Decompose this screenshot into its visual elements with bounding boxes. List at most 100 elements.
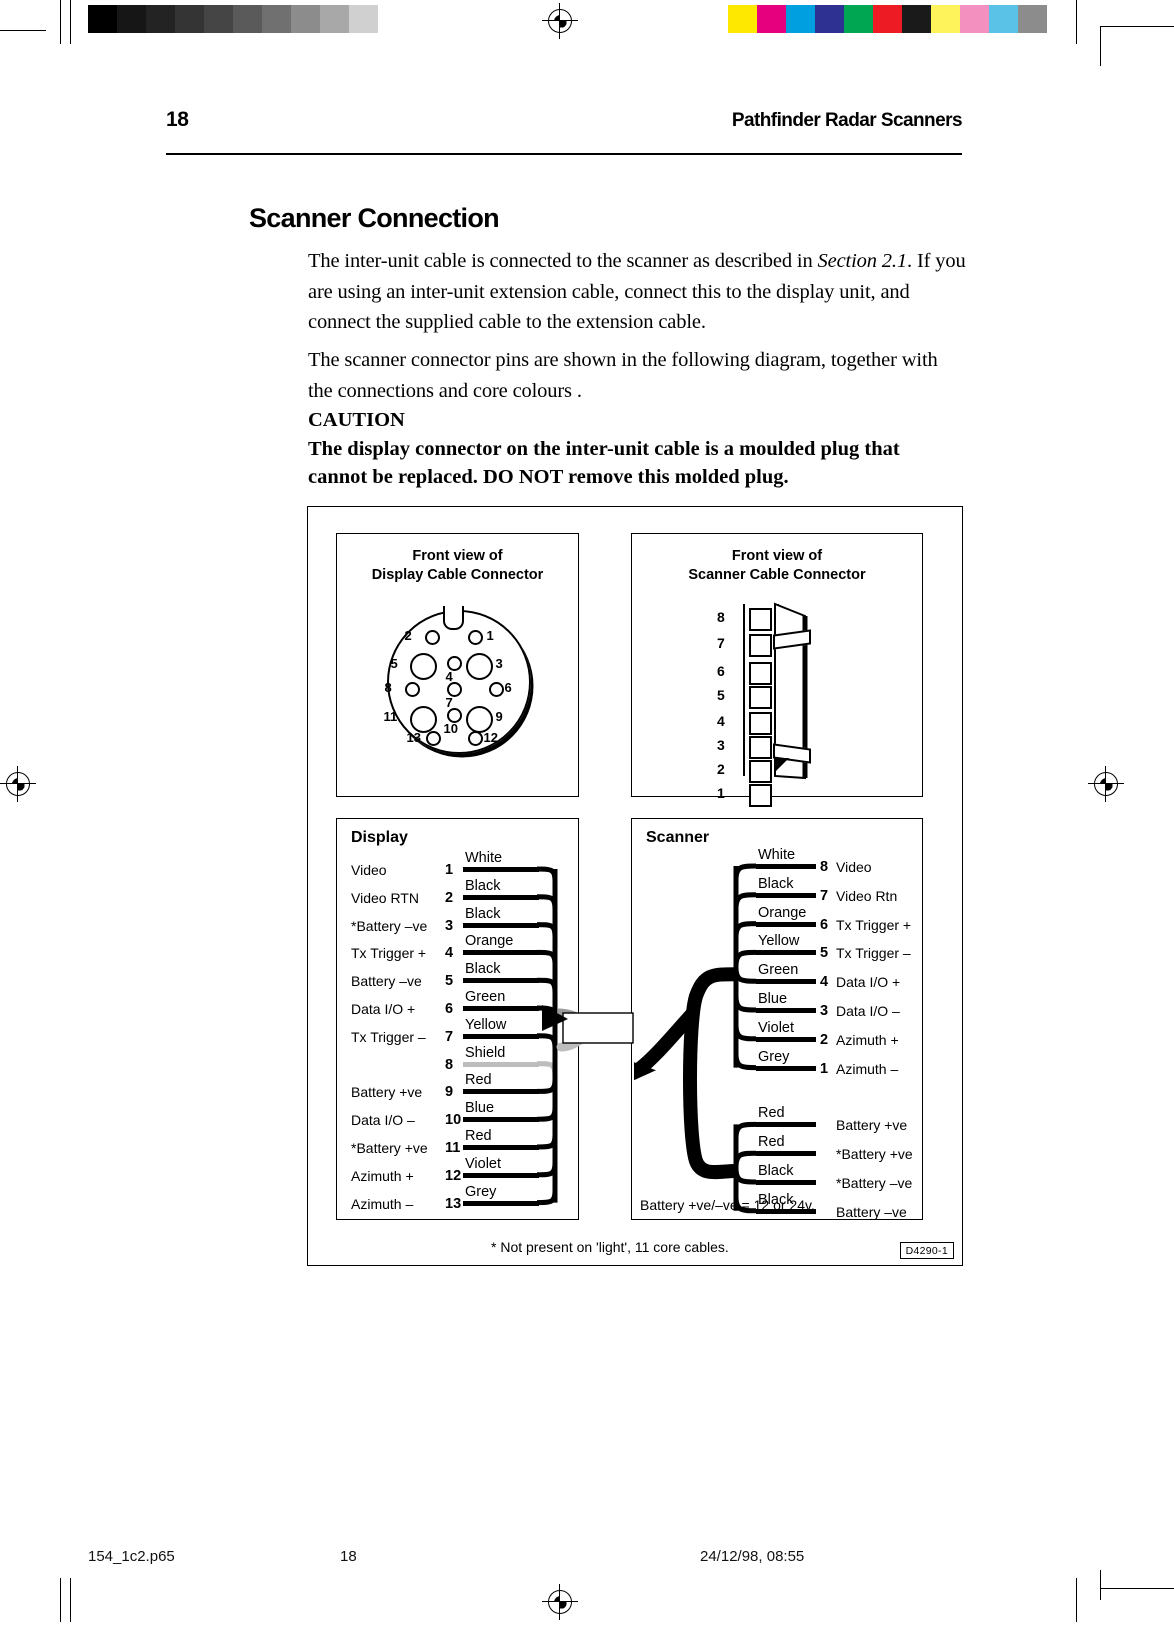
display-connector-face: 2 1 5 4 3 8 7 6 11 10 9 13 12 (379, 606, 537, 768)
scanner-connector-title-line1: Front view of (731, 548, 823, 564)
colour-swatch-10 (1018, 5, 1047, 33)
contact-label-3: 3 (717, 737, 725, 753)
header-rule (166, 153, 962, 156)
grey-swatch-7 (291, 5, 320, 33)
pin-label-5: 5 (390, 656, 398, 671)
scanner-connector-title-line2: Scanner Cable Connector (688, 567, 866, 583)
colour-swatch-9 (989, 5, 1018, 33)
contact-label-8: 8 (717, 609, 725, 625)
greyscale-calibration-bar (88, 5, 378, 33)
contact-label-7: 7 (717, 635, 725, 651)
caution-block: CAUTION The display connector on the int… (308, 406, 968, 492)
scanner-bundle-curves (633, 863, 757, 1214)
colour-swatch-3 (815, 5, 844, 33)
colour-swatch-6 (902, 5, 931, 33)
crop-mark (1076, 0, 1077, 44)
crop-mark (1076, 1578, 1077, 1622)
pin-5 (409, 653, 437, 680)
caution-heading: CAUTION (308, 409, 405, 431)
pin-13 (425, 731, 441, 746)
pin-3 (465, 653, 493, 680)
grey-swatch-9 (349, 5, 378, 33)
display-wiring-panel: Display Video 1 White Video RTN 2 Black *Batte… (336, 818, 579, 1220)
pin-label-9: 9 (495, 709, 503, 724)
pin-label-12: 12 (483, 730, 498, 745)
colour-swatch-0 (728, 5, 757, 33)
page-title: Scanner Connection (249, 203, 500, 233)
contact-3 (749, 736, 772, 759)
crop-mark (60, 1578, 61, 1622)
pin-label-6: 6 (504, 680, 512, 695)
colour-swatch-4 (844, 5, 873, 33)
pin-label-11: 11 (383, 709, 398, 724)
diagram-intro-paragraph: The scanner connector pins are shown in … (308, 349, 938, 402)
intro-paragraph: The inter-unit cable is connected to the… (308, 246, 966, 338)
pin-11 (409, 706, 437, 733)
crop-mark (0, 30, 46, 31)
pin-1 (467, 630, 483, 645)
colour-calibration-bar (728, 5, 1047, 33)
running-head: Pathfinder Radar Scanners (731, 110, 963, 131)
drawing-number: D4290-1 (899, 1242, 954, 1259)
crop-mark (70, 0, 71, 44)
colour-swatch-8 (960, 5, 989, 33)
display-connector-panel: Front view of Display Cable Connector 2 … (336, 533, 579, 797)
paragraph-1-part-a: The inter-unit cable is connected to the… (308, 250, 818, 272)
scanner-wiring-panel: Scanner White 8 Video Black 7 Video Rtn Orange… (631, 818, 923, 1220)
contact-label-2: 2 (717, 761, 725, 777)
display-connector-title-line1: Front view of (412, 548, 503, 564)
scanner-connector-face: 8 7 6 5 4 3 2 1 (707, 600, 847, 807)
registration-mark-bottom (542, 1584, 578, 1620)
section-reference: Section 2.1 (817, 250, 908, 272)
battery-voltage-note: Battery +ve/–ve = 12 or 24v. (640, 1197, 815, 1213)
contact-label-6: 6 (717, 663, 725, 679)
scanner-connector-title: Front view of Scanner Cable Connector (632, 547, 922, 585)
wiring-figure: Front view of Display Cable Connector 2 … (307, 506, 963, 1266)
caution-line-1: The display connector on the inter-unit … (308, 437, 900, 460)
contact-2 (749, 760, 772, 783)
footer-page: 18 (340, 1548, 357, 1565)
display-connector-title-line2: Display Cable Connector (371, 567, 544, 583)
grey-swatch-1 (117, 5, 146, 33)
pin-label-3: 3 (495, 656, 503, 671)
crop-mark (1100, 26, 1101, 66)
crop-mark (60, 0, 61, 44)
pin-12 (467, 731, 483, 746)
display-connector-title: Front view of Display Cable Connector (337, 547, 578, 585)
colour-swatch-7 (931, 5, 960, 33)
registration-mark-top (542, 3, 578, 39)
crop-mark (1100, 1570, 1101, 1600)
connector-keyway (442, 606, 464, 630)
contact-4 (749, 712, 772, 735)
contact-6 (749, 662, 772, 685)
contact-1 (749, 784, 772, 807)
print-registration-strip (0, 0, 1174, 66)
grey-swatch-0 (88, 5, 117, 33)
contact-label-1: 1 (717, 785, 725, 801)
pin-label-1: 1 (486, 628, 494, 643)
crop-mark (1100, 1588, 1174, 1589)
grey-swatch-8 (320, 5, 349, 33)
latch-arrow (775, 758, 789, 772)
footer-filename: 154_1c2.p65 (88, 1548, 175, 1565)
grey-swatch-5 (233, 5, 262, 33)
crop-mark (70, 1578, 71, 1622)
grey-swatch-2 (146, 5, 175, 33)
figure-footnote: * Not present on 'light', 11 core cables… (491, 1239, 729, 1255)
registration-mark-right (1088, 766, 1124, 802)
colour-swatch-5 (873, 5, 902, 33)
scanner-connector-panel: Front view of Scanner Cable Connector 8 … (631, 533, 923, 807)
registration-mark-left (0, 766, 36, 802)
pin-8 (404, 682, 420, 697)
contact-label-5: 5 (717, 687, 725, 703)
pin-label-13: 13 (406, 730, 421, 745)
contact-7 (749, 634, 772, 657)
pin-label-10: 10 (443, 721, 458, 736)
footer-timestamp: 24/12/98, 08:55 (700, 1548, 805, 1565)
grey-swatch-3 (175, 5, 204, 33)
pin-2 (424, 630, 440, 645)
grey-swatch-4 (204, 5, 233, 33)
pin-6 (488, 682, 504, 697)
display-bundle-curves (536, 866, 558, 1206)
contact-5 (749, 686, 772, 709)
